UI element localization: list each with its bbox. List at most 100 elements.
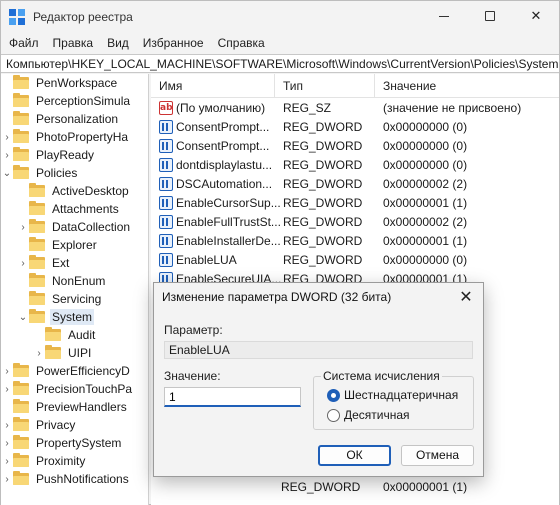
value-name: EnableCursorSup... [176,196,281,210]
value-type: REG_DWORD [283,234,363,248]
chevron-icon[interactable]: › [33,344,45,362]
menu-view[interactable]: Вид [100,36,136,50]
chevron-icon[interactable]: ⌄ [1,164,13,182]
tree-item[interactable]: Explorer [17,236,99,254]
tree-item[interactable]: Personalization [1,110,120,128]
folder-icon [45,327,61,341]
chevron-icon[interactable]: › [1,416,13,434]
tree-item[interactable]: › Privacy [1,416,77,434]
folder-icon [13,165,29,179]
close-button[interactable]: ✕ [513,1,559,31]
tree-item[interactable]: › PlayReady [1,146,96,164]
value-value: 0x00000000 (0) [383,139,468,153]
ok-button[interactable]: ОК [318,445,391,466]
tree-item-label: NonEnum [52,274,106,288]
table-row[interactable]: EnableLUA REG_DWORD 0x00000000 (0) [151,251,559,270]
value-type: REG_DWORD [283,158,363,172]
tree-item[interactable]: › PropertySystem [1,434,123,452]
folder-icon [29,291,45,305]
table-row[interactable]: EnableInstallerDe... REG_DWORD 0x00000001 … [151,232,559,251]
title-bar[interactable]: Редактор реестра ✕ [1,1,559,33]
dialog-close-button[interactable]: ✕ [455,287,477,309]
tree-item[interactable]: NonEnum [17,272,107,290]
value-name: dontdisplaylastu... [176,158,273,172]
table-row[interactable]: ConsentPrompt... REG_DWORD 0x00000000 (0) [151,118,559,137]
table-row[interactable]: EnableCursorSup... REG_DWORD 0x00000001 (1… [151,194,559,213]
radix-hex-option[interactable]: Шестнадцатеричная [327,387,458,403]
table-row[interactable]: dontdisplaylastu... REG_DWORD 0x00000000 (… [151,156,559,175]
minimize-icon [439,15,449,17]
binary-value-icon [159,215,173,229]
menu-favorites[interactable]: Избранное [136,36,211,50]
tree-item[interactable]: › Ext [17,254,71,272]
table-row[interactable]: ab (По умолчанию) REG_SZ (значение не присв… [151,99,559,118]
folder-icon [13,417,29,431]
tree-item[interactable]: › DataCollection [17,218,132,236]
cancel-button[interactable]: Отмена [401,445,474,466]
dialog-title: Изменение параметра DWORD (32 бита) [162,290,392,304]
table-row[interactable]: DSCAutomation... REG_DWORD 0x00000002 (2) [151,175,559,194]
radio-hex-label: Шестнадцатеричная [344,388,459,402]
radio-hex[interactable] [327,388,340,402]
tree-item[interactable]: › Proximity [1,452,87,470]
table-row[interactable]: EnableFullTrustSt... REG_DWORD 0x00000002 … [151,213,559,232]
chevron-icon[interactable]: › [1,470,13,488]
tree-item[interactable]: › PhotoPropertyHa [1,128,130,146]
chevron-icon[interactable]: › [1,380,13,398]
tree-item-label: PhotoPropertyHa [36,130,129,144]
tree-item[interactable]: ⌄ System [17,308,95,326]
tree-item[interactable]: PerceptionSimula [1,92,132,110]
tree-item[interactable]: › PushNotifications [1,470,131,488]
table-row[interactable]: ConsentPrompt... REG_DWORD 0x00000000 (0) [151,137,559,156]
value-name: (По умолчанию) [176,101,266,115]
close-icon: ✕ [530,8,542,23]
tree-item-label: PrecisionTouchPa [36,382,133,396]
chevron-icon[interactable]: › [1,434,13,452]
minimize-button[interactable] [421,1,467,31]
tree-item[interactable]: PreviewHandlers [1,398,129,416]
menu-file[interactable]: Файл [1,36,46,50]
radio-dec[interactable] [327,408,340,422]
chevron-icon[interactable]: › [1,362,13,380]
column-name-header[interactable]: Имя [151,74,275,98]
table-row[interactable]: REG_DWORD 0x00000001 (1) [151,478,559,497]
maximize-button[interactable] [467,1,513,31]
radix-dec-option[interactable]: Десятичная [327,407,410,423]
value-label: Значение: [164,369,221,383]
value-input[interactable] [164,387,301,407]
chevron-icon[interactable]: › [17,254,29,272]
key-tree[interactable]: PenWorkspace PerceptionSimula Personalizat… [1,74,149,505]
menu-edit[interactable]: Правка [46,36,101,50]
folder-icon [45,345,61,359]
chevron-icon[interactable]: ⌄ [17,308,29,326]
list-header: Имя Тип Значение [151,74,559,98]
tree-item[interactable]: ActiveDesktop [17,182,131,200]
value-type: REG_DWORD [283,253,363,267]
chevron-icon[interactable]: › [1,128,13,146]
string-value-icon: ab [159,101,173,115]
tree-item[interactable]: Attachments [17,200,121,218]
tree-item-label: Attachments [52,202,119,216]
tree-item[interactable]: Audit [33,326,97,344]
tree-item[interactable]: › PowerEfficiencyD [1,362,132,380]
chevron-icon[interactable]: › [1,146,13,164]
chevron-icon[interactable]: › [1,452,13,470]
chevron-icon[interactable]: › [17,218,29,236]
registry-editor-window: Редактор реестра ✕ Файл Правка Вид Избра… [0,0,560,505]
value-type: REG_DWORD [283,120,363,134]
column-type-header[interactable]: Тип [275,74,375,98]
address-bar[interactable]: Компьютер\HKEY_LOCAL_MACHINE\SOFTWARE\Mi… [1,54,559,73]
tree-item[interactable]: › PrecisionTouchPa [1,380,134,398]
folder-icon [13,147,29,161]
folder-icon [13,111,29,125]
tree-item[interactable]: ⌄ Policies [1,164,79,182]
tree-item-label: PushNotifications [36,472,129,486]
value-name: ConsentPrompt... [176,139,270,153]
menu-help[interactable]: Справка [211,36,272,50]
tree-item[interactable]: Servicing [17,290,103,308]
value-name: EnableInstallerDe... [176,234,281,248]
tree-item[interactable]: › UIPI [33,344,93,362]
column-value-header[interactable]: Значение [375,74,559,98]
tree-item[interactable]: PenWorkspace [1,74,119,92]
value-name: DSCAutomation... [176,177,273,191]
